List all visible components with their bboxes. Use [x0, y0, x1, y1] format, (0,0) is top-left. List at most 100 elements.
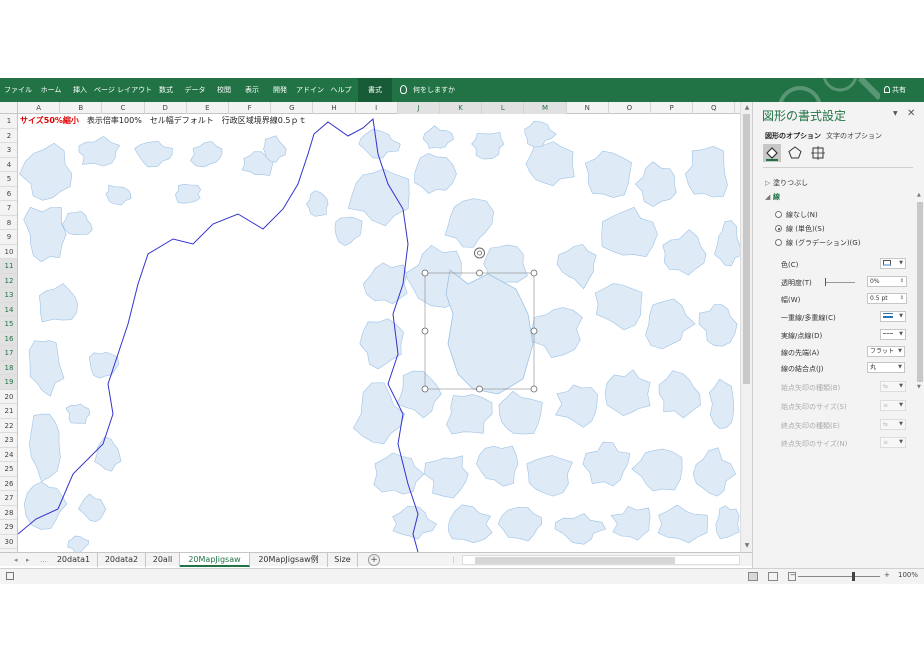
dash-type-button[interactable]: ▼: [880, 329, 906, 340]
column-header-cell[interactable]: J: [397, 102, 440, 114]
map-region[interactable]: [657, 504, 708, 544]
pane-scroll-up-icon[interactable]: ▲: [917, 192, 921, 198]
row-header-cell[interactable]: 29: [0, 520, 17, 535]
row-header-cell[interactable]: 9: [0, 230, 17, 245]
ribbon-tab[interactable]: 校閲: [210, 78, 238, 102]
scroll-up-arrow-icon[interactable]: ▲: [743, 104, 751, 112]
map-region[interactable]: [610, 506, 651, 541]
section-line[interactable]: ◢ 線: [765, 192, 780, 202]
width-input[interactable]: 0.5 pt ⇕: [867, 293, 907, 304]
column-header-cell[interactable]: G: [271, 102, 314, 114]
column-header-cell[interactable]: B: [60, 102, 103, 114]
map-region[interactable]: [78, 136, 121, 167]
next-sheet-icon[interactable]: ▸: [26, 553, 30, 567]
map-region[interactable]: [645, 298, 696, 350]
row-header-cell[interactable]: 19: [0, 375, 17, 390]
map-region[interactable]: [554, 513, 606, 545]
ribbon-tab[interactable]: 開発: [266, 78, 294, 102]
tab-split-handle[interactable]: ⋮: [450, 553, 457, 567]
map-region[interactable]: [19, 142, 73, 201]
normal-view-icon[interactable]: [748, 572, 758, 581]
map-region[interactable]: [263, 135, 287, 163]
map-region[interactable]: [190, 141, 223, 168]
map-region[interactable]: [352, 382, 405, 445]
resize-handle[interactable]: [530, 327, 538, 335]
column-header-cell[interactable]: Q: [693, 102, 736, 114]
begin-arrow-size-button[interactable]: ≡ ▼: [880, 400, 906, 411]
row-header-cell[interactable]: 7: [0, 201, 17, 216]
ribbon-tab[interactable]: ホーム: [36, 78, 66, 102]
map-region[interactable]: [531, 307, 583, 358]
sheet-tab[interactable]: 20MapJigsaw例: [250, 553, 328, 567]
pane-menu-icon[interactable]: ▼: [893, 110, 898, 117]
select-all-button[interactable]: [0, 102, 18, 114]
effects-tab[interactable]: [786, 144, 804, 162]
tab-text-options[interactable]: 文字のオプション: [826, 131, 882, 141]
vertical-scrollbar[interactable]: ▲ ▼: [740, 102, 752, 552]
zoom-level[interactable]: 100%: [898, 571, 918, 579]
row-header-cell[interactable]: 5: [0, 172, 17, 187]
end-arrow-type-button[interactable]: ⇆ ▼: [880, 419, 906, 430]
close-icon[interactable]: ✕: [907, 108, 915, 119]
prev-sheet-icon[interactable]: ◂: [14, 553, 18, 567]
resize-handle[interactable]: [476, 269, 483, 277]
cap-type-select[interactable]: フラット ▼: [867, 346, 905, 357]
zoom-slider[interactable]: [798, 576, 880, 577]
row-header-cell[interactable]: 16: [0, 331, 17, 346]
pane-scrollbar-thumb[interactable]: [917, 202, 923, 382]
ribbon-tab[interactable]: 書式: [358, 78, 392, 102]
map-region[interactable]: [584, 150, 632, 198]
column-header-cell[interactable]: C: [102, 102, 145, 114]
sheet-tab[interactable]: 20MapJigsaw: [180, 553, 250, 567]
row-header-cell[interactable]: 6: [0, 187, 17, 201]
map-region[interactable]: [448, 504, 493, 544]
row-header-cell[interactable]: 8: [0, 216, 17, 230]
rotate-handle-icon[interactable]: [474, 247, 485, 259]
ribbon-tab[interactable]: 挿入: [66, 78, 94, 102]
map-region[interactable]: [23, 206, 67, 263]
column-header-cell[interactable]: I: [356, 102, 398, 114]
row-header-cell[interactable]: 25: [0, 462, 17, 477]
column-header-cell[interactable]: M: [524, 102, 567, 114]
row-header-cell[interactable]: 21: [0, 404, 17, 419]
map-region[interactable]: [555, 384, 598, 428]
end-arrow-size-button[interactable]: ≡ ▼: [880, 437, 906, 448]
column-header-cell[interactable]: D: [145, 102, 187, 114]
row-header-cell[interactable]: 23: [0, 433, 17, 448]
map-region[interactable]: [362, 262, 408, 305]
map-region[interactable]: [65, 403, 91, 424]
pane-scroll-down-icon[interactable]: ▼: [917, 384, 921, 390]
join-type-select[interactable]: 丸 ▼: [867, 362, 905, 373]
more-sheets-icon[interactable]: …: [40, 553, 47, 567]
selected-region-shape[interactable]: [445, 269, 534, 395]
resize-handle[interactable]: [421, 327, 429, 335]
new-sheet-button[interactable]: +: [368, 554, 380, 566]
scroll-down-arrow-icon[interactable]: ▼: [743, 542, 751, 550]
row-header-cell[interactable]: 24: [0, 448, 17, 462]
row-header-cell[interactable]: 27: [0, 491, 17, 506]
map-region[interactable]: [498, 391, 543, 435]
map-region[interactable]: [334, 216, 363, 247]
sheet-tab[interactable]: 20all: [146, 553, 180, 567]
map-region[interactable]: [29, 413, 61, 482]
horizontal-scrollbar[interactable]: [462, 555, 740, 565]
column-header-cell[interactable]: L: [482, 102, 525, 114]
row-header-cell[interactable]: 28: [0, 506, 17, 520]
column-header-cell[interactable]: E: [187, 102, 229, 114]
row-header-cell[interactable]: 3: [0, 143, 17, 158]
resize-handle[interactable]: [421, 269, 429, 277]
map-region[interactable]: [414, 153, 457, 194]
transparency-slider[interactable]: [825, 282, 855, 283]
column-header-cell[interactable]: K: [440, 102, 483, 114]
map-region[interactable]: [28, 340, 65, 397]
map-region[interactable]: [604, 369, 651, 417]
column-header-cell[interactable]: H: [313, 102, 356, 114]
column-header-cell[interactable]: N: [567, 102, 609, 114]
map-region[interactable]: [526, 455, 573, 497]
ribbon-tab[interactable]: データ: [180, 78, 210, 102]
map-region[interactable]: [175, 183, 202, 204]
map-region[interactable]: [601, 206, 658, 258]
map-region[interactable]: [715, 505, 740, 540]
map-region[interactable]: [373, 452, 425, 495]
map-region[interactable]: [78, 493, 107, 523]
